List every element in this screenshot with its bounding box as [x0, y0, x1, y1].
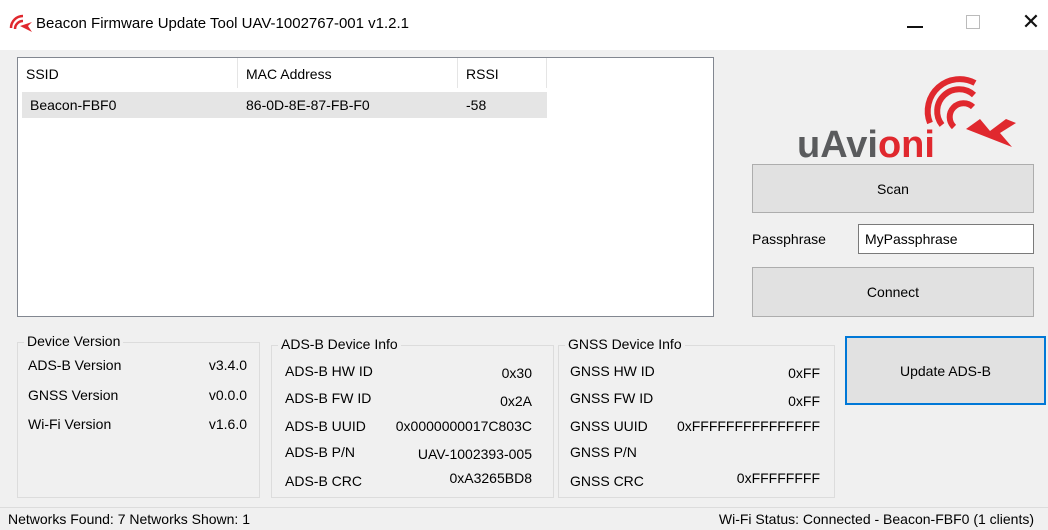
- maximize-icon: [966, 15, 980, 29]
- title-bar: Beacon Firmware Update Tool UAV-1002767-…: [0, 0, 1048, 50]
- svg-text:uAvioni: uAvioni: [797, 124, 935, 165]
- adsb-uuid-value: 0x0000000017C803C: [395, 418, 532, 434]
- network-rssi: -58: [466, 97, 487, 113]
- device-version-group: Device Version ADS-B Version v3.4.0 GNSS…: [17, 333, 260, 498]
- close-icon: ✕: [1021, 9, 1041, 34]
- network-row[interactable]: Beacon-FBF0 86-0D-8E-87-FB-F0 -58: [22, 92, 547, 118]
- adsb-device-info-group: ADS-B Device Info ADS-B HW ID 0x30 ADS-B…: [271, 336, 554, 498]
- adsb-crc-value: 0xA3265BD8: [449, 470, 532, 486]
- app-icon: [9, 14, 32, 32]
- adsb-pn-value: UAV-1002393-005: [417, 446, 532, 462]
- network-list[interactable]: SSID MAC Address RSSI Beacon-FBF0 86-0D-…: [17, 57, 714, 317]
- network-count-status: Networks Found: 7 Networks Shown: 1: [8, 511, 250, 527]
- gnss-fw-id-value: 0xFF: [788, 393, 820, 409]
- gnss-crc-value: 0xFFFFFFFF: [736, 470, 820, 486]
- gnss-fw-id-label: GNSS FW ID: [570, 390, 654, 406]
- passphrase-label: Passphrase: [752, 231, 826, 247]
- minimize-icon: [907, 26, 923, 28]
- column-header-rssi[interactable]: RSSI: [458, 58, 547, 88]
- gnss-version-label: GNSS Version: [28, 387, 119, 403]
- adsb-uuid-label: ADS-B UUID: [285, 418, 366, 434]
- scan-button[interactable]: Scan: [752, 164, 1034, 213]
- logo-text-red: oni: [878, 124, 935, 165]
- device-version-title: Device Version: [24, 333, 124, 349]
- adsb-crc-label: ADS-B CRC: [285, 473, 363, 489]
- network-ssid: Beacon-FBF0: [30, 97, 117, 113]
- maximize-button[interactable]: [944, 0, 1002, 44]
- adsb-pn-label: ADS-B P/N: [285, 444, 356, 460]
- gnss-device-info-title: GNSS Device Info: [565, 336, 685, 352]
- gnss-uuid-label: GNSS UUID: [570, 418, 648, 434]
- uavionix-logo: uAvioni: [797, 76, 1016, 165]
- status-bar: Networks Found: 7 Networks Shown: 1 Wi-F…: [0, 507, 1048, 530]
- adsb-fw-id-value: 0x2A: [500, 393, 532, 409]
- gnss-hw-id-label: GNSS HW ID: [570, 363, 655, 379]
- passphrase-input[interactable]: [858, 224, 1034, 254]
- gnss-uuid-value: 0xFFFFFFFFFFFFFFF: [676, 418, 820, 434]
- gnss-version-value: v0.0.0: [208, 387, 247, 403]
- update-adsb-button[interactable]: Update ADS-B: [845, 336, 1046, 405]
- adsb-device-info-title: ADS-B Device Info: [278, 336, 401, 352]
- wifi-version-label: Wi-Fi Version: [28, 416, 112, 432]
- logo-signal-arcs: [924, 76, 977, 130]
- gnss-device-info-group: GNSS Device Info GNSS HW ID 0xFF GNSS FW…: [558, 336, 835, 498]
- adsb-hw-id-value: 0x30: [501, 365, 532, 381]
- gnss-pn-label: GNSS P/N: [570, 444, 637, 460]
- adsb-fw-id-label: ADS-B FW ID: [285, 390, 372, 406]
- logo-text-dark: uAvi: [797, 124, 878, 165]
- column-header-ssid[interactable]: SSID: [18, 58, 238, 88]
- network-mac: 86-0D-8E-87-FB-F0: [246, 97, 370, 113]
- column-header-mac[interactable]: MAC Address: [238, 58, 458, 88]
- wifi-status: Wi-Fi Status: Connected - Beacon-FBF0 (1…: [718, 511, 1034, 527]
- wifi-version-value: v1.6.0: [208, 416, 247, 432]
- window-title: Beacon Firmware Update Tool UAV-1002767-…: [36, 15, 410, 32]
- gnss-crc-label: GNSS CRC: [570, 473, 644, 489]
- adsb-version-value: v3.4.0: [208, 357, 247, 373]
- close-button[interactable]: ✕: [1002, 0, 1048, 44]
- logo-plane-icon: [966, 119, 1016, 147]
- adsb-version-label: ADS-B Version: [28, 357, 122, 373]
- connect-button[interactable]: Connect: [752, 267, 1034, 317]
- adsb-hw-id-label: ADS-B HW ID: [285, 363, 373, 379]
- minimize-button[interactable]: [886, 0, 944, 44]
- gnss-hw-id-value: 0xFF: [788, 365, 820, 381]
